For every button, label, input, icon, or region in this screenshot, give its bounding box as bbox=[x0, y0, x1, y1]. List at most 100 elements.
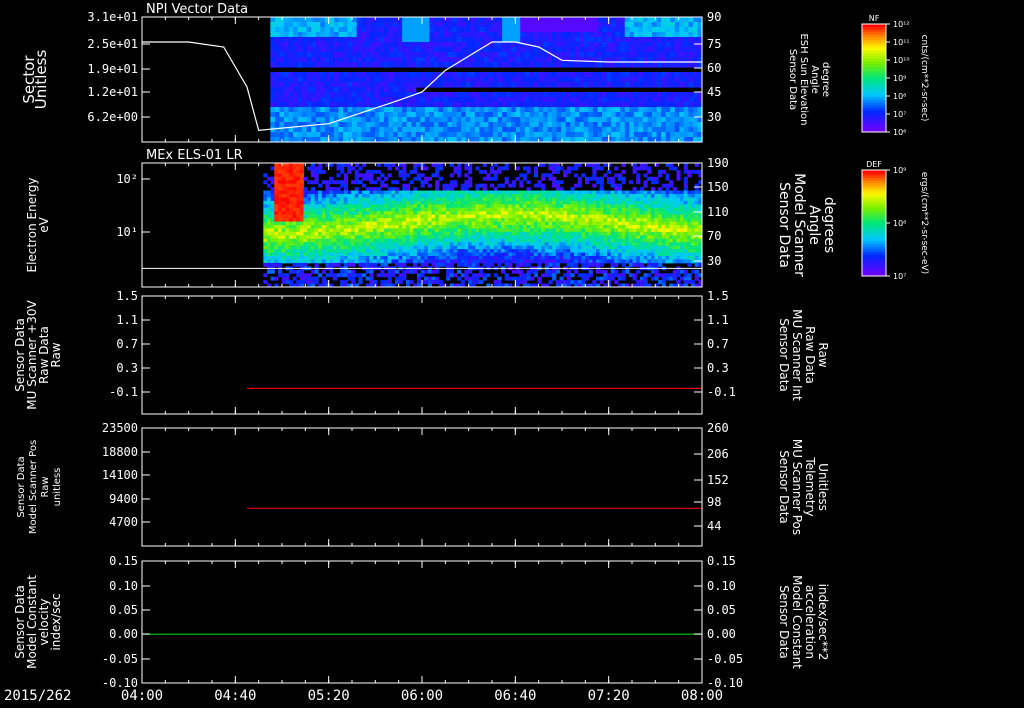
heat-cell-p1 bbox=[402, 117, 408, 123]
heat-cell-p2 bbox=[530, 214, 535, 219]
heat-cell-p2 bbox=[460, 190, 465, 195]
heat-cell-p1 bbox=[424, 77, 430, 83]
heat-cell-p2 bbox=[307, 218, 312, 223]
heat-cell-p2 bbox=[457, 214, 462, 219]
heat-cell-p2 bbox=[416, 197, 422, 202]
heat-cell-p2 bbox=[266, 221, 272, 226]
heat-cell-p2 bbox=[343, 245, 348, 250]
heat-cell-p1 bbox=[370, 57, 376, 63]
heat-cell-p1 bbox=[274, 87, 281, 93]
heat-cell-p2 bbox=[296, 221, 301, 226]
heat-cell-p2 bbox=[391, 194, 396, 198]
heat-cell-p2 bbox=[281, 242, 286, 247]
heat-cell-p1 bbox=[415, 127, 421, 133]
heat-cell-p2 bbox=[592, 176, 597, 181]
heat-cell-p2 bbox=[563, 218, 568, 223]
heat-cell-p1 bbox=[647, 22, 653, 28]
heat-cell-p1 bbox=[474, 32, 480, 38]
heat-cell-p2 bbox=[533, 235, 538, 240]
heat-cell-p2 bbox=[292, 183, 297, 188]
heat-cell-p1 bbox=[306, 82, 312, 88]
heat-cell-p1 bbox=[602, 22, 608, 28]
heat-cell-p1 bbox=[461, 37, 467, 43]
heat-cell-p1 bbox=[529, 47, 535, 53]
heat-cell-p2 bbox=[263, 173, 268, 178]
heat-cell-p2 bbox=[394, 180, 400, 185]
heat-cell-p2 bbox=[380, 245, 385, 250]
heat-cell-p2 bbox=[500, 242, 506, 247]
heat-cell-p1 bbox=[324, 32, 331, 38]
heat-cell-p1 bbox=[406, 62, 412, 68]
heat-cell-p1 bbox=[311, 32, 317, 38]
heat-cell-p2 bbox=[479, 280, 484, 285]
heat-cell-p2 bbox=[394, 235, 400, 240]
heat-cell-p2 bbox=[376, 169, 381, 174]
heat-cell-p2 bbox=[511, 204, 517, 209]
heat-cell-p2 bbox=[482, 245, 487, 250]
heat-cell-p2 bbox=[354, 187, 359, 192]
heat-cell-p2 bbox=[329, 221, 334, 226]
heat-cell-p2 bbox=[343, 187, 348, 192]
heat-cell-p1 bbox=[433, 62, 440, 68]
heat-cell-p2 bbox=[281, 169, 286, 174]
heat-cell-p2 bbox=[314, 238, 319, 243]
heat-cell-p1 bbox=[670, 122, 676, 128]
heat-cell-p2 bbox=[595, 259, 601, 264]
heat-cell-p1 bbox=[552, 112, 558, 118]
heat-cell-p1 bbox=[502, 72, 508, 78]
heat-cell-p1 bbox=[302, 62, 308, 68]
heat-cell-p2 bbox=[442, 262, 447, 267]
heat-cell-p2 bbox=[431, 221, 436, 226]
heat-cell-p2 bbox=[281, 228, 286, 233]
heat-cell-p2 bbox=[369, 187, 374, 192]
heat-cell-p2 bbox=[475, 276, 480, 281]
heat-cell-p2 bbox=[552, 245, 557, 250]
heat-cell-p2 bbox=[321, 204, 326, 209]
heat-cell-p1 bbox=[629, 32, 635, 38]
heat-cell-p1 bbox=[456, 52, 462, 58]
heat-cell-p2 bbox=[471, 249, 476, 254]
heat-cell-p1 bbox=[529, 127, 535, 133]
heat-cell-p1 bbox=[679, 132, 685, 138]
heat-cell-p2 bbox=[599, 235, 604, 240]
heat-cell-p1 bbox=[365, 37, 371, 43]
heat-cell-p2 bbox=[332, 242, 337, 247]
heat-cell-p1 bbox=[270, 32, 276, 38]
heat-cell-p2 bbox=[296, 214, 301, 219]
heat-cell-p2 bbox=[277, 169, 283, 174]
heat-cell-p2 bbox=[435, 262, 440, 267]
heat-cell-p1 bbox=[452, 122, 458, 128]
heat-cell-p2 bbox=[416, 176, 422, 181]
heat-cell-p2 bbox=[420, 225, 425, 229]
heat-cell-p2 bbox=[552, 163, 557, 167]
heat-cell-p2 bbox=[497, 207, 502, 212]
heat-cell-p1 bbox=[524, 47, 530, 53]
heat-cell-p1 bbox=[388, 82, 394, 88]
heat-cell-p2 bbox=[369, 173, 374, 178]
heat-cell-p1 bbox=[561, 82, 567, 88]
heat-cell-p2 bbox=[552, 235, 557, 240]
heat-cell-p2 bbox=[340, 200, 345, 205]
heat-cell-p2 bbox=[424, 245, 429, 250]
heat-cell-p2 bbox=[274, 207, 279, 212]
heat-cell-p1 bbox=[588, 107, 594, 113]
heat-cell-p2 bbox=[588, 252, 593, 257]
heat-cell-p2 bbox=[453, 221, 458, 226]
heat-cell-p1 bbox=[461, 17, 467, 23]
heat-cell-p2 bbox=[299, 273, 305, 278]
heat-cell-p2 bbox=[351, 252, 356, 257]
heat-cell-p1 bbox=[383, 52, 390, 58]
heat-cell-p1 bbox=[656, 77, 662, 83]
heat-cell-p1 bbox=[474, 92, 480, 98]
heat-cell-p2 bbox=[486, 173, 491, 178]
heat-cell-p2 bbox=[497, 166, 502, 171]
heat-cell-p2 bbox=[530, 245, 535, 250]
heat-cell-p2 bbox=[537, 221, 542, 226]
heat-cell-p1 bbox=[302, 87, 308, 93]
heat-cell-p1 bbox=[642, 112, 649, 118]
heat-cell-p1 bbox=[420, 72, 426, 78]
heat-cell-p2 bbox=[307, 245, 312, 250]
heat-cell-p2 bbox=[314, 166, 319, 171]
heat-cell-p1 bbox=[415, 122, 421, 128]
heat-cell-p2 bbox=[402, 259, 407, 264]
